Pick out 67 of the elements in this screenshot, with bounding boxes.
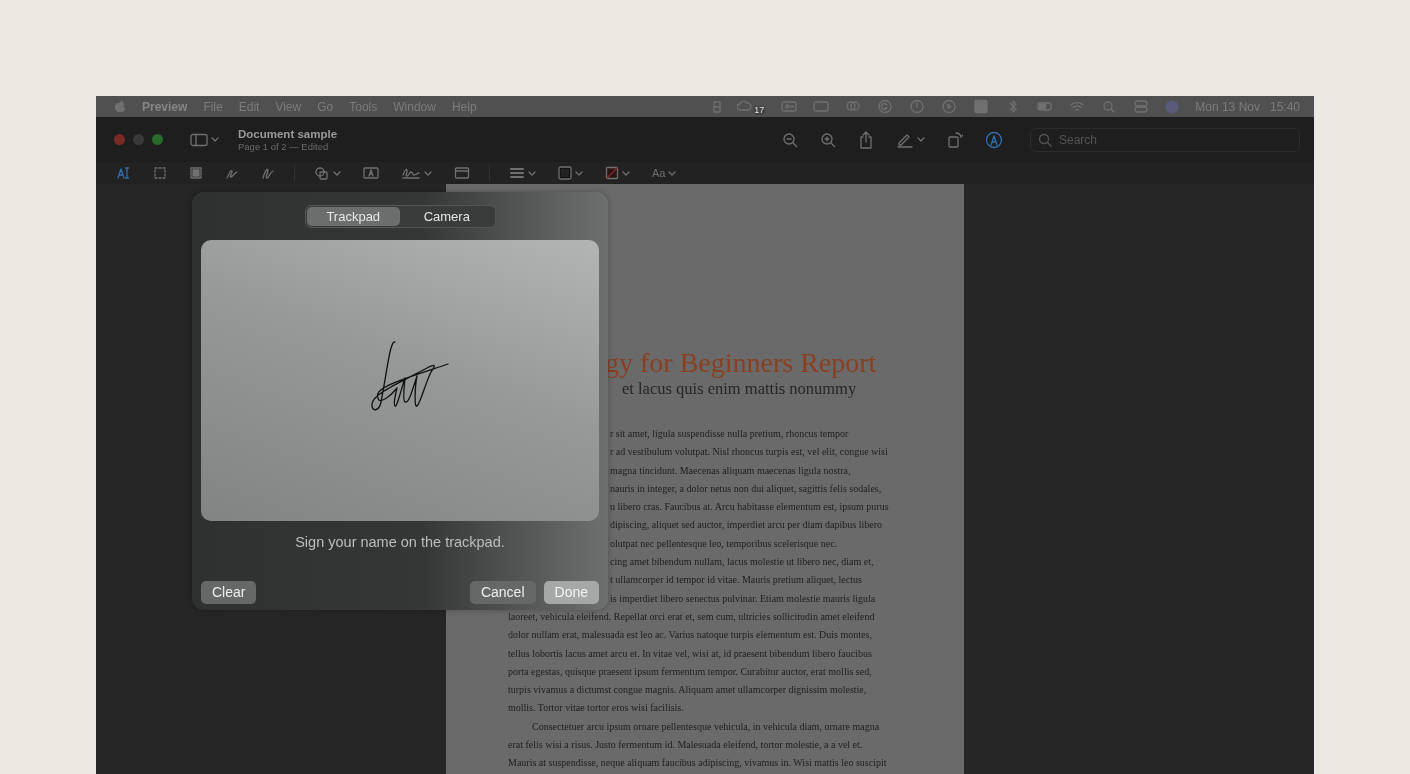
power-icon: [909, 99, 926, 114]
body-text-line: laoreet, vehicula eleifend. Repellat orci erat et, sem cum, ultricies sollicitudin amet eleifend: [508, 609, 875, 624]
body-text-line: tellus lobortis lacus amet arcu et. In vitae vel, wisi at, id praesent bibendum libero faucibus: [508, 646, 872, 661]
caret-icon: [424, 169, 432, 177]
note-icon: [454, 166, 470, 180]
square-outline-icon: [558, 166, 572, 180]
font-button[interactable]: Aa: [649, 162, 680, 184]
line-style-icon: [509, 166, 525, 180]
avatar-icon: [1165, 99, 1180, 114]
toggle-icon: [1133, 99, 1150, 114]
apple-icon: [114, 99, 126, 114]
caret-icon: [668, 169, 677, 177]
draw-icon: [261, 166, 275, 180]
sidebar-icon: [190, 132, 208, 147]
close-button[interactable]: [114, 134, 125, 145]
zoom-in-icon: [820, 131, 836, 148]
caret-icon: [622, 169, 630, 177]
zoom-out-icon: [782, 131, 798, 148]
badge-count: 17: [753, 106, 766, 115]
body-text-line: dolor nullam erat, malesuada est leo ac. Varius natoque turpis elementum est. Duis montes,: [508, 628, 872, 643]
body-text-line: porta egestas, quisque praesent ipsum fermentum tempor. Curabitur auctor, erat mollis sed,: [508, 664, 872, 679]
body-text-line: is imperdiet libero senectus pulvinar. Etiam molestie mauris ligula: [610, 591, 876, 606]
overlap-circles-icon: [845, 99, 862, 114]
body-text-line: t ullamcorper id tempor id vitae. Mauris pretium aliquet, lectus: [610, 573, 862, 588]
body-text-line: turpis vivamus a dictumst congue magnis. Aliquam amet ullamcorper dignissim molestie,: [508, 683, 867, 698]
signature-icon: [401, 166, 421, 180]
caret-icon: [333, 169, 341, 177]
dialog-button[interactable]: Done: [543, 580, 599, 604]
wifi-icon: [1069, 99, 1086, 114]
caret-icon: [528, 169, 536, 177]
caret-icon: [917, 136, 925, 143]
window-title: Document sample: [238, 127, 338, 141]
instruction-text: Sign your name on the trackpad.: [294, 533, 506, 552]
dashed-rectangle-icon: [153, 166, 167, 180]
zoom-button[interactable]: [152, 134, 163, 145]
body-text-line: dipiscing, aliquet sed auctor, imperdiet arcu per diam dapibus libero: [610, 518, 883, 533]
body-text-line: Mauris at suspendisse, neque aliquam faucibus adipiscing, vivamus in. Wisi mattis leo suscipit: [508, 756, 887, 771]
diagonal-square-icon: [605, 166, 619, 180]
text-selection-icon: [117, 166, 131, 180]
body-text-line: olutpat nec pellentesque leo, temporibus scelerisque nec.: [610, 536, 838, 551]
caret-icon: [575, 169, 583, 177]
text-box-tool[interactable]: [360, 164, 382, 182]
window-subtitle: Page 1 of 2 — Edited: [238, 140, 330, 152]
grid-icon: [713, 100, 722, 113]
signature-pad[interactable]: [201, 240, 599, 521]
segment-tab[interactable]: Camera: [400, 207, 494, 226]
dialog-button[interactable]: Clear: [201, 580, 257, 604]
caret-icon: [211, 136, 219, 143]
body-text-line: magna tincidunt. Maecenas aliquam maecenas ligula nostra,: [610, 463, 851, 478]
key-icon: [781, 99, 798, 114]
selection-rectangle-icon: [189, 166, 203, 180]
body-text-line: Consectetuer arcu ipsum ornare pellentesque vehicula, in vehicula diam, ornare magna: [532, 719, 880, 734]
play-icon: [941, 99, 958, 114]
document-subtitle: et lacus quis enim mattis nonummy: [622, 378, 858, 400]
rotate-icon: [947, 130, 963, 149]
battery-icon: [1037, 99, 1054, 114]
dialog-button[interactable]: Cancel: [469, 580, 536, 604]
body-text-line: cing amet bibendum nullam, lacus molestie ut libero nec, diam et,: [610, 555, 874, 570]
shapes-icon: [314, 166, 330, 180]
share-icon: [858, 130, 874, 149]
pen-tip-icon: [985, 130, 1003, 149]
segment-tab[interactable]: Trackpad: [306, 207, 400, 226]
search-icon: [1038, 132, 1052, 147]
body-text-line: nauris in integer, a dolor netus non dui aliquet, sagittis felis sodales,: [610, 481, 882, 496]
body-text-line: erat felis wisi a risus. Justo fermentum id. Malesuada eleifend, tortor molestie, a a vel et.: [508, 738, 863, 753]
body-text-line: mollis. Tortor vitae tortor eros wisi facilisis.: [508, 701, 684, 716]
cloud-icon: [737, 99, 754, 114]
